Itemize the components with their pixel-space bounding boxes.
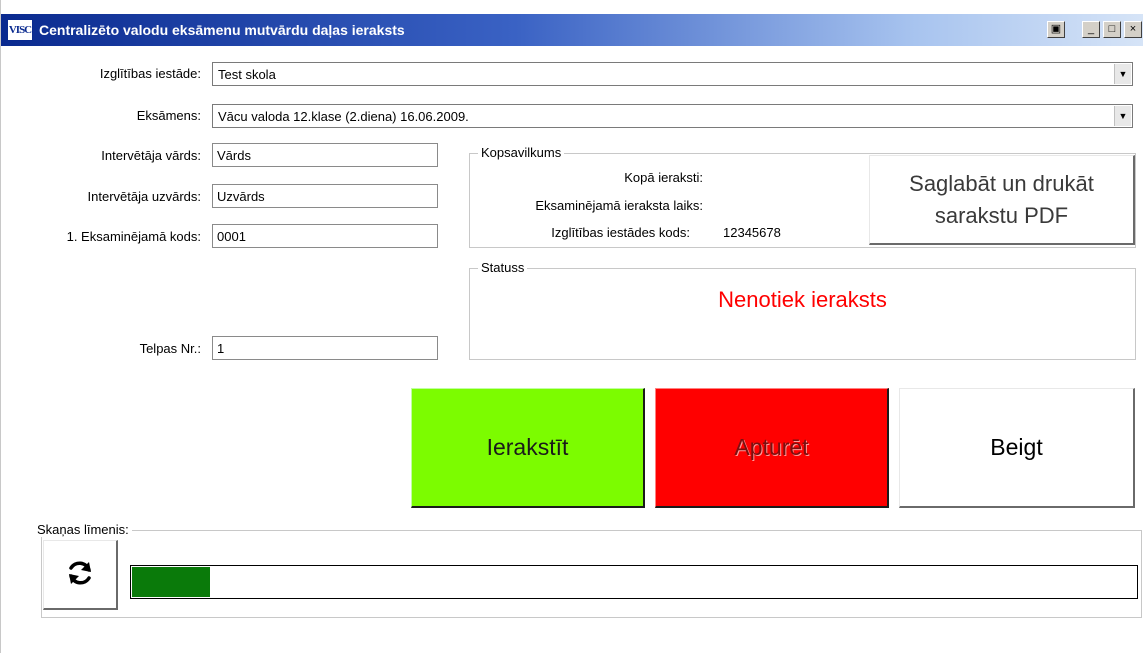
pdf-button-line2: sarakstu PDF <box>934 202 1069 228</box>
close-button[interactable]: × <box>1124 21 1142 38</box>
sound-level-fill <box>132 567 211 597</box>
room-field[interactable]: 1 <box>212 336 438 360</box>
exam-select[interactable]: Vācu valoda 12.klase (2.diena) 16.06.200… <box>212 104 1133 128</box>
stop-button-label: Apturēt <box>734 434 809 460</box>
app-window: VISC Centralizēto valodu eksāmenu mutvār… <box>0 0 1143 653</box>
exam-select-value: Vācu valoda 12.klase (2.diena) 16.06.200… <box>218 108 469 124</box>
refresh-button[interactable] <box>43 540 118 610</box>
status-group: Statuss Nenotiek ieraksts <box>469 260 1136 360</box>
window-title: Centralizēto valodu eksāmenu mutvārdu da… <box>39 22 405 38</box>
examinee-code-field[interactable]: 0001 <box>212 224 438 248</box>
interviewer-name-label: Intervētāja vārds: <box>101 148 201 163</box>
interviewer-surname-field[interactable]: Uzvārds <box>212 184 438 208</box>
record-button[interactable]: Ierakstīt <box>411 388 645 508</box>
window-controls: ▣ _ □ × <box>1047 21 1142 38</box>
examinee-code-label: 1. Eksaminējamā kods: <box>66 229 201 244</box>
sound-level-legend: Skaņas līmenis: <box>34 522 132 537</box>
interviewer-surname-label: Intervētāja uzvārds: <box>87 189 201 204</box>
pdf-button-line1: Saglabāt un drukāt <box>909 170 1094 196</box>
minimize-button[interactable]: _ <box>1082 21 1100 38</box>
record-time-label: Eksaminējamā ieraksta laiks: <box>535 198 703 213</box>
record-button-label: Ierakstīt <box>486 434 569 460</box>
sound-level-meter <box>130 565 1138 599</box>
total-records-label: Kopā ieraksti: <box>624 170 703 185</box>
status-legend: Statuss <box>478 260 528 275</box>
restore-layout-button[interactable]: ▣ <box>1047 21 1065 38</box>
examinee-code-value: 0001 <box>217 228 246 244</box>
title-bar[interactable]: VISC Centralizēto valodu eksāmenu mutvār… <box>1 14 1143 46</box>
status-text: Nenotiek ieraksts <box>718 287 887 312</box>
end-button-label: Beigt <box>990 434 1043 460</box>
summary-legend: Kopsavilkums <box>478 145 565 160</box>
school-select-value: Test skola <box>218 66 276 82</box>
chevron-down-icon[interactable]: ▼ <box>1114 106 1131 126</box>
exam-label: Eksāmens: <box>136 108 201 123</box>
school-select[interactable]: Test skola ▼ <box>212 62 1133 86</box>
interviewer-surname-value: Uzvārds <box>217 188 265 204</box>
refresh-icon <box>65 558 95 591</box>
maximize-button[interactable]: □ <box>1103 21 1121 38</box>
school-code-value: 12345678 <box>723 225 781 240</box>
school-label: Izglītības iestāde: <box>99 66 201 81</box>
app-logo-icon: VISC <box>7 19 33 41</box>
save-print-pdf-button[interactable]: Saglabāt un drukāt sarakstu PDF <box>869 155 1135 245</box>
sound-level-group: Skaņas līmenis: <box>34 522 1142 618</box>
room-value: 1 <box>217 340 225 356</box>
interviewer-name-field[interactable]: Vārds <box>212 143 438 167</box>
end-button[interactable]: Beigt <box>899 388 1135 508</box>
interviewer-name-value: Vārds <box>217 147 251 163</box>
stop-button[interactable]: Apturēt <box>655 388 889 508</box>
chevron-down-icon[interactable]: ▼ <box>1114 64 1131 84</box>
room-label: Telpas Nr.: <box>139 341 201 356</box>
school-code-label: Izglītības iestādes kods: <box>551 225 690 240</box>
